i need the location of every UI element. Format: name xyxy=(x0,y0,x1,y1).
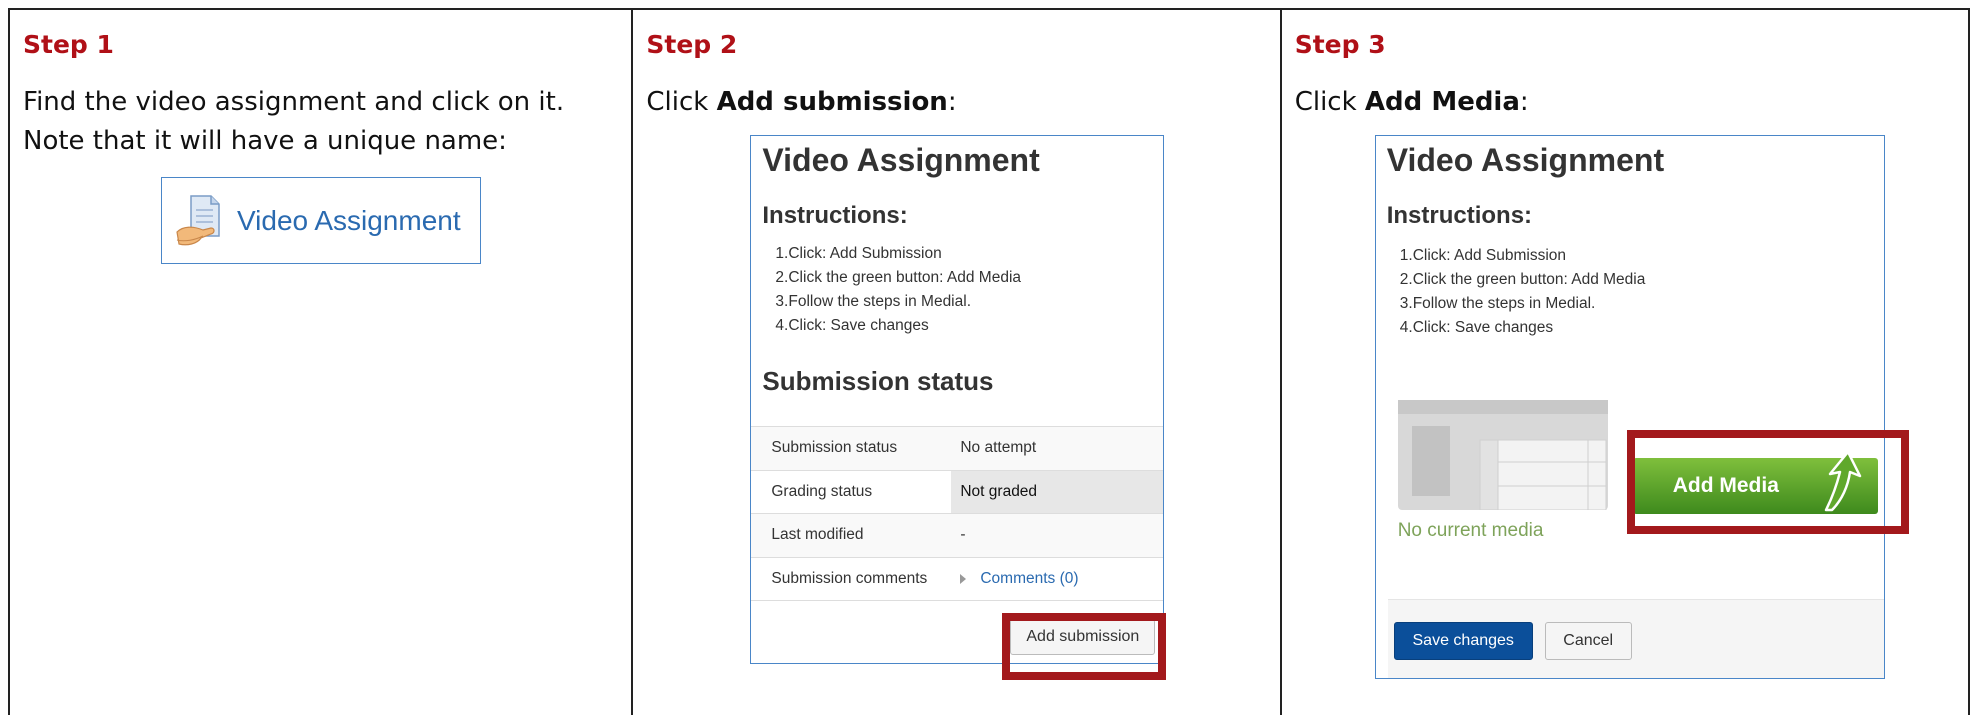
status-value: - xyxy=(960,526,966,544)
list-item: 4. Click: Save changes xyxy=(775,317,929,334)
cancel-button[interactable]: Cancel xyxy=(1544,622,1632,660)
status-label: Grading status xyxy=(771,482,873,500)
status-value: No attempt xyxy=(960,439,1037,457)
list-item: 4. Click: Save changes xyxy=(1399,319,1554,336)
status-label: Last modified xyxy=(771,526,864,544)
video-assignment-link[interactable]: Video Assignment xyxy=(161,177,481,264)
list-item: 3. Follow the steps in Medial. xyxy=(1399,295,1596,312)
list-item: 2. Click the green button: Add Media xyxy=(1399,271,1646,288)
status-label: Submission comments xyxy=(771,569,928,587)
step-1-line-1: Find the video assignment and click on i… xyxy=(23,87,565,117)
panel-2-heading: Video Assignment xyxy=(762,142,1040,178)
table-row: Submission status No attempt xyxy=(751,427,1164,471)
step-1-text: Find the video assignment and click on i… xyxy=(23,83,564,161)
table-row: Last modified - xyxy=(751,514,1164,558)
list-item: 1. Click: Add Submission xyxy=(1399,247,1567,264)
step-2-text: Click Add submission: xyxy=(646,83,956,122)
step-3-instruction-suffix: : xyxy=(1519,87,1529,117)
step-3-text: Click Add Media: xyxy=(1295,83,1529,122)
step-1-line-2: Note that it will have a unique name: xyxy=(23,126,507,156)
comments-link[interactable]: Comments (0) xyxy=(951,558,1163,601)
comments-link-label: Comments (0) xyxy=(980,569,1079,587)
step-2-instruction-bold: Add submission xyxy=(716,87,948,117)
video-assignment-link-label: Video Assignment xyxy=(237,204,461,236)
step-3-screenshot-panel: Video Assignment Instructions: 1. Click: … xyxy=(1374,135,1885,679)
step-2-instruction-prefix: Click xyxy=(646,87,717,117)
status-value: Not graded xyxy=(951,470,1164,513)
step-3-instruction-prefix: Click xyxy=(1294,87,1365,117)
form-footer-bar: Save changes Cancel xyxy=(1387,599,1884,678)
expand-triangle-icon xyxy=(960,573,967,584)
panel-2-instructions-list: 1. Click: Add Submission 2. Click the gree… xyxy=(762,242,1021,338)
step-1-title: Step 1 xyxy=(23,30,114,59)
curved-up-arrow-icon xyxy=(1824,450,1861,512)
panel-3-heading: Video Assignment xyxy=(1386,142,1665,178)
step-1-cell: Step 1 Find the video assignment and cli… xyxy=(10,10,634,715)
status-label: Submission status xyxy=(771,439,898,457)
add-submission-button[interactable]: Add submission xyxy=(1010,619,1156,655)
step-2-instruction-suffix: : xyxy=(947,87,957,117)
panel-3-instructions-list: 1. Click: Add Submission 2. Click the gree… xyxy=(1387,244,1646,340)
panel-2-instructions-heading: Instructions: xyxy=(762,202,908,229)
save-changes-button[interactable]: Save changes xyxy=(1393,622,1533,660)
step-guide-table: Step 1 Find the video assignment and cli… xyxy=(8,8,1970,715)
panel-3-instructions-heading: Instructions: xyxy=(1386,202,1533,229)
table-row: Submission comments Comments (0) xyxy=(751,558,1164,601)
add-media-button[interactable]: Add Media xyxy=(1632,450,1878,514)
list-item: 2. Click the green button: Add Media xyxy=(775,269,1022,286)
step-3-instruction-bold: Add Media xyxy=(1364,87,1520,117)
list-item: 1. Click: Add Submission xyxy=(775,245,942,262)
no-current-media-text: No current media xyxy=(1397,520,1544,541)
step-2-screenshot-panel: Video Assignment Instructions: 1. Click: … xyxy=(750,135,1165,664)
step-3-cell: Step 3 Click Add Media: Video Assignment… xyxy=(1282,10,1970,715)
table-row: Grading status Not graded xyxy=(751,470,1164,514)
panel-2-status-heading: Submission status xyxy=(762,366,994,396)
step-2-cell: Step 2 Click Add submission: Video Assig… xyxy=(633,10,1282,715)
media-placeholder-icon xyxy=(1397,400,1608,510)
step-3-title: Step 3 xyxy=(1294,30,1386,59)
assignment-doc-icon xyxy=(176,194,220,245)
step-2-title: Step 2 xyxy=(646,30,738,59)
list-item: 3. Follow the steps in Medial. xyxy=(775,293,971,310)
submission-status-table: Submission status No attempt Grading sta… xyxy=(751,426,1164,601)
add-media-label: Add Media xyxy=(1672,474,1779,497)
